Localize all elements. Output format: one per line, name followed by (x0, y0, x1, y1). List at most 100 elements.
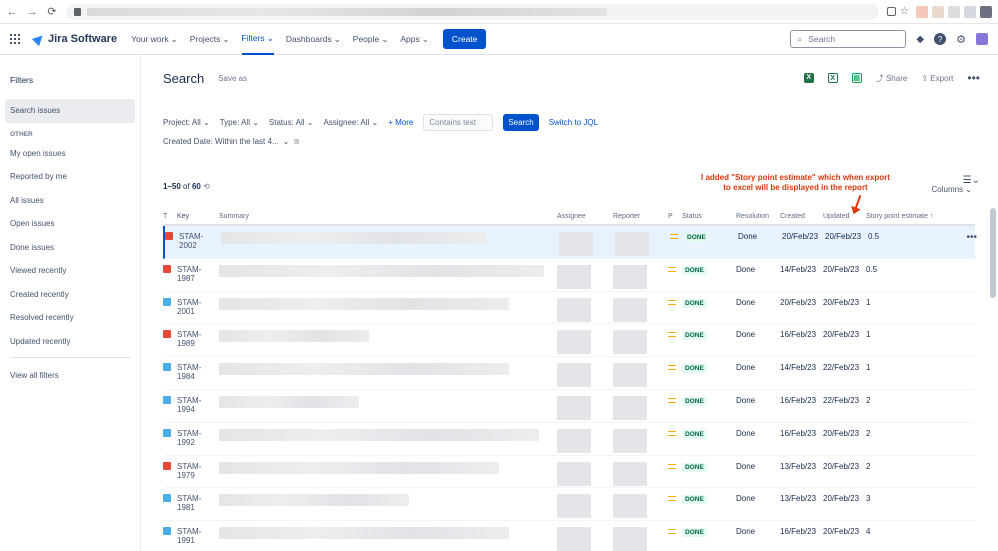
project-filter[interactable]: Project: All ⌄ (163, 118, 210, 127)
reload-icon[interactable]: ⟳ (46, 5, 58, 18)
excel-csv-icon[interactable]: X (827, 73, 838, 83)
table-row[interactable]: STAM-1989 DONE Done 16/Feb/23 20/Feb/23 1 (163, 324, 975, 358)
issue-key[interactable]: STAM-1979 (177, 462, 219, 480)
task-icon (163, 363, 171, 372)
issue-key[interactable]: STAM-1989 (177, 330, 219, 348)
table-row[interactable]: STAM-1981 DONE Done 13/Feb/23 20/Feb/23 3 (163, 488, 975, 522)
issue-summary[interactable] (219, 395, 557, 408)
share-icon[interactable] (887, 7, 896, 16)
type-filter[interactable]: Type: All ⌄ (220, 118, 259, 127)
extension-icon[interactable] (964, 5, 976, 18)
refresh-icon[interactable]: ⟲ (203, 182, 210, 191)
address-bar[interactable] (66, 3, 879, 20)
col-key[interactable]: Key (177, 213, 219, 220)
table-row[interactable]: STAM-1984 DONE Done 14/Feb/23 22/Feb/23 1 (163, 357, 975, 390)
profile-icon[interactable] (980, 5, 992, 18)
issue-key[interactable]: STAM-1987 (177, 265, 219, 283)
issue-summary[interactable] (219, 330, 557, 343)
settings-icon[interactable]: ⚙ (956, 33, 966, 46)
search-input[interactable]: ⌕ Search (790, 30, 907, 48)
table-row[interactable]: STAM-1979 DONE Done 13/Feb/23 20/Feb/23 2 (163, 456, 975, 489)
excel-export-icon[interactable]: X (803, 73, 814, 83)
status-filter[interactable]: Status: All ⌄ (269, 118, 314, 127)
export-button[interactable]: ⇪ Export (921, 74, 953, 83)
col-assignee[interactable]: Assignee (557, 213, 613, 220)
col-created[interactable]: Created (780, 213, 823, 220)
search-button[interactable]: Search (503, 114, 539, 131)
sidebar-item-resolved-recently[interactable]: Resolved recently (0, 306, 140, 330)
clear-icon[interactable]: ⊗ (293, 137, 300, 146)
more-actions-icon[interactable]: ••• (967, 71, 980, 85)
menu-apps[interactable]: Apps ⌄ (400, 24, 429, 55)
issue-summary[interactable] (219, 264, 557, 277)
issue-key[interactable]: STAM-1984 (177, 363, 219, 381)
table-row[interactable]: STAM-1991 DONE Done 16/Feb/23 20/Feb/23 4 (163, 521, 975, 551)
issue-summary[interactable] (219, 428, 557, 441)
app-switcher-icon[interactable] (10, 34, 20, 44)
issue-key[interactable]: STAM-1992 (177, 429, 219, 447)
switch-to-jql-link[interactable]: Switch to JQL (549, 118, 598, 127)
sidebar-item-all-issues[interactable]: All issues (0, 189, 140, 213)
contains-text-input[interactable]: Contains text (423, 114, 494, 131)
export-icon: ⇪ (921, 73, 931, 83)
issue-key[interactable]: STAM-1991 (177, 527, 219, 545)
issue-summary[interactable] (219, 494, 557, 507)
sidebar-item-my-open-issues[interactable]: My open issues (0, 142, 140, 166)
col-updated[interactable]: Updated (823, 213, 866, 220)
share-button[interactable]: ⤴ Share (876, 73, 908, 84)
sidebar-item-open-issues[interactable]: Open issues (0, 212, 140, 236)
col-type[interactable]: T (163, 213, 177, 220)
google-sheets-icon[interactable]: ▤ (851, 73, 862, 83)
notifications-icon[interactable]: ◆ (916, 34, 924, 45)
scrollbar[interactable] (990, 208, 996, 298)
create-button[interactable]: Create (442, 29, 487, 49)
sidebar-item-created-recently[interactable]: Created recently (0, 283, 140, 307)
extension-icon[interactable] (932, 5, 944, 18)
table-row[interactable]: STAM-1994 DONE Done 16/Feb/23 22/Feb/23 2 (163, 390, 975, 423)
more-filters-button[interactable]: + More (388, 118, 413, 127)
issue-summary[interactable] (219, 297, 557, 310)
sidebar-item-view-all-filters[interactable]: View all filters (0, 364, 140, 388)
back-icon[interactable]: ← (6, 6, 18, 18)
issue-summary[interactable] (219, 363, 557, 376)
table-row[interactable]: STAM-1987 DONE Done 14/Feb/23 20/Feb/23 0.5 (163, 259, 975, 292)
extension-icon[interactable] (916, 5, 928, 18)
col-resolution[interactable]: Resolution (736, 213, 780, 220)
col-reporter[interactable]: Reporter (613, 213, 668, 220)
menu-filters[interactable]: Filters ⌄ (241, 24, 274, 55)
table-row[interactable]: STAM-1992 DONE Done 16/Feb/23 20/Feb/23 2 (163, 423, 975, 456)
avatar[interactable] (976, 33, 988, 45)
col-priority[interactable]: P (668, 213, 682, 220)
sidebar-item-search-issues[interactable]: Search issues (5, 99, 135, 123)
menu-dashboards[interactable]: Dashboards ⌄ (286, 24, 341, 55)
row-actions-icon[interactable]: ••• (966, 232, 977, 243)
issue-key[interactable]: STAM-2002 (179, 232, 221, 250)
col-story-points[interactable]: Story point estimate ↑ (866, 213, 946, 220)
menu-projects[interactable]: Projects ⌄ (190, 24, 230, 55)
col-summary[interactable]: Summary (219, 213, 557, 220)
sidebar-item-viewed-recently[interactable]: Viewed recently (0, 259, 140, 283)
menu-your-work[interactable]: Your work ⌄ (131, 24, 178, 55)
issue-summary[interactable] (219, 527, 557, 540)
issue-key[interactable]: STAM-1981 (177, 494, 219, 512)
save-as-button[interactable]: Save as (218, 74, 247, 83)
columns-button[interactable]: Columns ⌄ (931, 185, 972, 194)
jira-logo[interactable]: Jira Software (31, 31, 117, 47)
forward-icon[interactable]: → (26, 6, 38, 18)
table-row[interactable]: STAM-2001 DONE Done 20/Feb/23 20/Feb/23 1 (163, 292, 975, 325)
help-icon[interactable]: ? (934, 33, 947, 45)
extension-icon[interactable] (948, 5, 960, 18)
issue-summary[interactable] (221, 232, 559, 244)
sidebar-item-done-issues[interactable]: Done issues (0, 236, 140, 260)
created-date-filter[interactable]: Created Date: Within the last 4... ⌄ ⊗ (163, 137, 998, 146)
issue-key[interactable]: STAM-2001 (177, 298, 219, 316)
issue-key[interactable]: STAM-1994 (177, 396, 219, 414)
sidebar-item-updated-recently[interactable]: Updated recently (0, 330, 140, 354)
menu-people[interactable]: People ⌄ (353, 24, 389, 55)
col-status[interactable]: Status (682, 213, 736, 220)
sidebar-item-reported-by-me[interactable]: Reported by me (0, 165, 140, 189)
issue-summary[interactable] (219, 461, 557, 474)
table-row[interactable]: STAM-2002 DONE Done 20/Feb/23 20/Feb/23 0.5 ••… (163, 226, 977, 259)
star-icon[interactable]: ☆ (900, 6, 912, 18)
assignee-filter[interactable]: Assignee: All ⌄ (323, 118, 378, 127)
